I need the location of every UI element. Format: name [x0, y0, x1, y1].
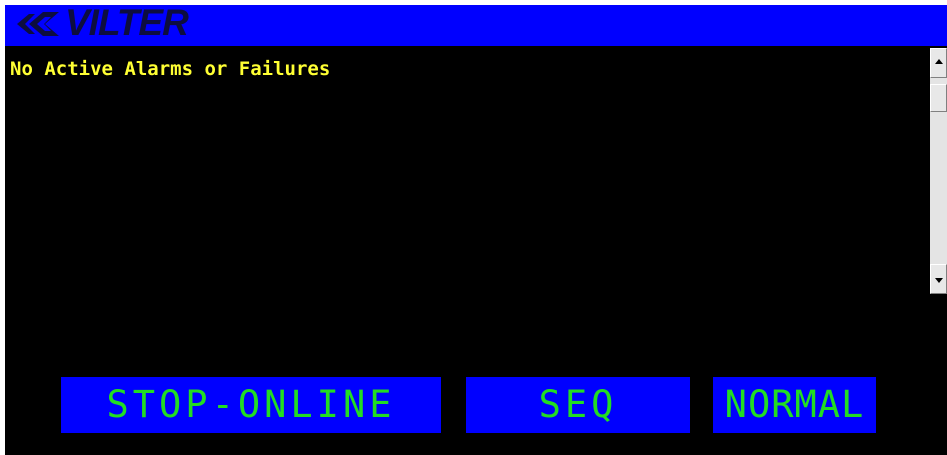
vilter-logo-icon [17, 12, 59, 36]
mode-indicator: SEQ [466, 377, 690, 433]
scroll-up-arrow-icon [935, 59, 943, 64]
run-state-indicator: STOP-ONLINE [61, 377, 441, 433]
scroll-thumb[interactable] [930, 84, 947, 112]
alarm-status-message: No Active Alarms or Failures [10, 58, 331, 80]
header-bar: VILTER [5, 2, 947, 46]
scroll-down-arrow-icon [935, 278, 943, 283]
condition-indicator: NORMAL [713, 377, 876, 433]
scroll-down-button[interactable] [930, 264, 947, 294]
alarm-list-scrollbar[interactable] [930, 48, 947, 294]
header-notch [775, 0, 947, 5]
logo-wordmark: VILTER [65, 2, 189, 43]
vilter-logo: VILTER [15, 1, 189, 45]
scroll-up-button[interactable] [930, 48, 947, 78]
